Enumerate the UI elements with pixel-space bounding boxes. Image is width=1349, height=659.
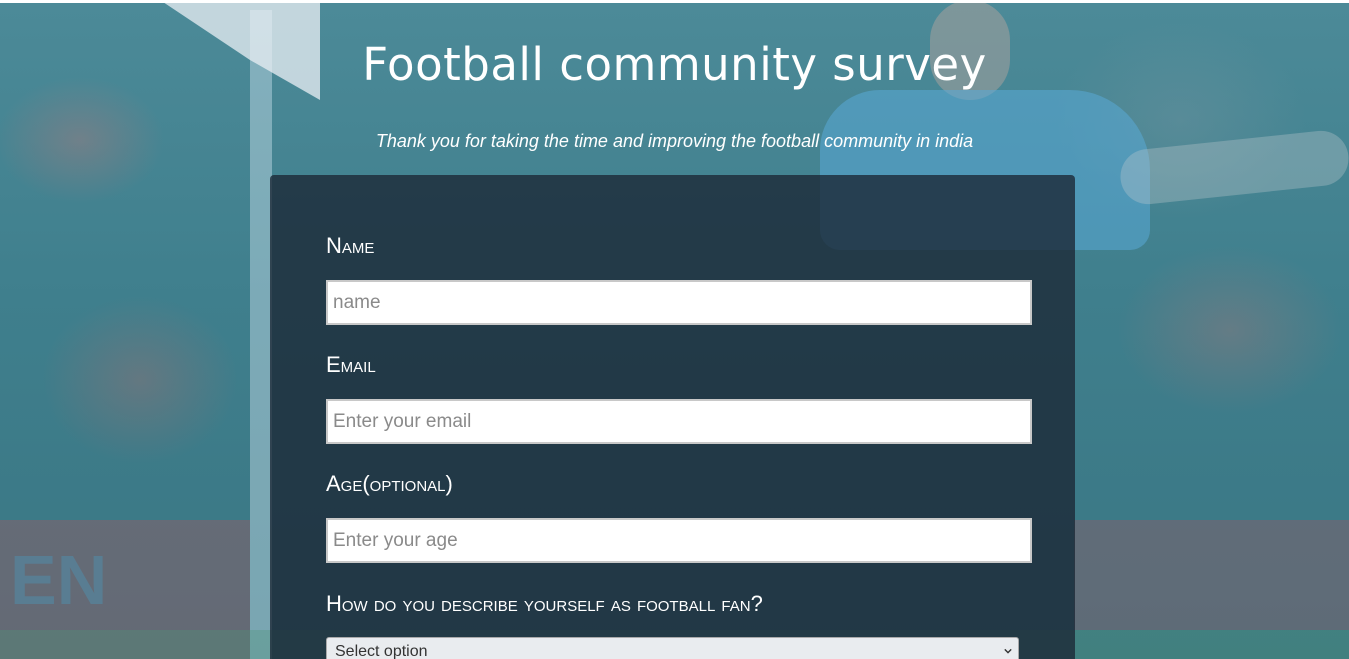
survey-form: Name Email Age(optional) How do you desc… (270, 175, 1075, 659)
age-label: Age(optional) (326, 471, 453, 496)
dropdown-selected-value: Select option (335, 643, 428, 659)
top-strip (0, 0, 1349, 3)
page-description: Thank you for taking the time and improv… (375, 131, 974, 151)
email-label: Email (326, 352, 376, 377)
email-input[interactable] (326, 399, 1032, 444)
fan-type-label: How do you describe yourself as football… (326, 591, 763, 616)
fan-type-dropdown[interactable]: Select option (326, 637, 1019, 659)
name-input[interactable] (326, 280, 1032, 325)
age-input[interactable] (326, 518, 1032, 563)
survey-page: EN Football community survey Thank you f… (0, 0, 1349, 659)
banner-text: EN (10, 541, 108, 619)
page-title: Football community survey (362, 38, 987, 91)
corner-flag-pole (250, 10, 272, 659)
chevron-down-icon (1004, 648, 1012, 654)
name-label: Name (326, 233, 375, 258)
stadium-banner-right (1074, 520, 1349, 630)
